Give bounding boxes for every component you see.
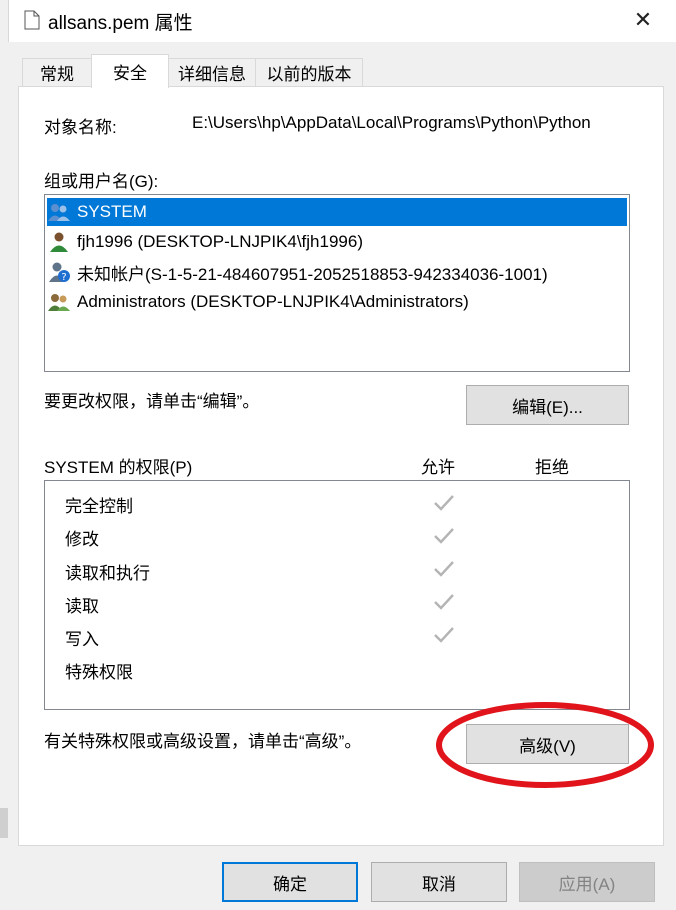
deny-column-header: 拒绝 (535, 458, 569, 477)
permissions-title: SYSTEM 的权限(P) (44, 458, 193, 477)
tab-general[interactable]: 常规 (22, 58, 92, 86)
list-item-system[interactable]: SYSTEM (47, 198, 627, 226)
allow-check-icon (434, 495, 454, 511)
user-icon (50, 232, 68, 252)
groups-label: 组或用户名(G): (44, 172, 159, 191)
list-item-administrators[interactable]: Administrators (DESKTOP-LNJPIK4\Administ… (47, 288, 627, 316)
list-item-label: fjh1996 (DESKTOP-LNJPIK4\fjh1996) (77, 232, 363, 251)
permission-write: 写入 (65, 630, 99, 649)
edit-hint: 要更改权限，请单击“编辑”。 (44, 392, 260, 411)
close-button[interactable]: ✕ (620, 0, 666, 40)
user-list[interactable]: SYSTEM fjh1996 (DESKTOP-LNJPIK4\fjh1996)… (44, 194, 630, 372)
list-item-user[interactable]: fjh1996 (DESKTOP-LNJPIK4\fjh1996) (47, 228, 627, 256)
list-item-unknown-account[interactable]: ? 未知帐户(S-1-5-21-484607951-2052518853-942… (47, 258, 627, 286)
permission-read-execute: 读取和执行 (65, 564, 150, 583)
advanced-hint: 有关特殊权限或高级设置，请单击“高级”。 (44, 732, 362, 751)
allow-check-icon (434, 627, 454, 643)
cancel-button[interactable]: 取消 (371, 862, 507, 902)
object-name-label: 对象名称: (44, 118, 117, 137)
list-item-label: 未知帐户(S-1-5-21-484607951-2052518853-94233… (77, 264, 548, 284)
tab-security[interactable]: 安全 (91, 54, 169, 88)
window-title: allsans.pem 属性 (48, 13, 193, 34)
permissions-list: 完全控制 修改 读取和执行 读取 写入 特殊权限 (44, 480, 630, 710)
apply-button[interactable]: 应用(A) (519, 862, 655, 902)
list-item-label: Administrators (DESKTOP-LNJPIK4\Administ… (77, 292, 469, 311)
group-users-icon (48, 204, 70, 221)
edit-button[interactable]: 编辑(E)... (466, 385, 629, 425)
allow-check-icon (434, 528, 454, 544)
object-name-value: E:\Users\hp\AppData\Local\Programs\Pytho… (192, 113, 591, 132)
permission-modify: 修改 (65, 530, 99, 549)
allow-check-icon (434, 561, 454, 577)
ok-button[interactable]: 确定 (222, 862, 358, 902)
list-item-label: SYSTEM (77, 202, 147, 221)
background-window-statusbar (0, 808, 8, 838)
allow-column-header: 允许 (421, 458, 455, 477)
close-icon: ✕ (633, 7, 653, 32)
permission-full-control: 完全控制 (65, 497, 133, 516)
svg-text:?: ? (61, 272, 66, 283)
permission-read: 读取 (65, 597, 99, 616)
group-users-icon (48, 294, 70, 311)
tab-previous-versions[interactable]: 以前的版本 (255, 58, 363, 86)
unknown-user-icon: ? (49, 262, 70, 283)
permission-special: 特殊权限 (65, 663, 133, 682)
file-icon (24, 10, 40, 30)
advanced-button[interactable]: 高级(V) (466, 724, 629, 764)
tab-details[interactable]: 详细信息 (168, 58, 256, 86)
allow-check-icon (434, 594, 454, 610)
